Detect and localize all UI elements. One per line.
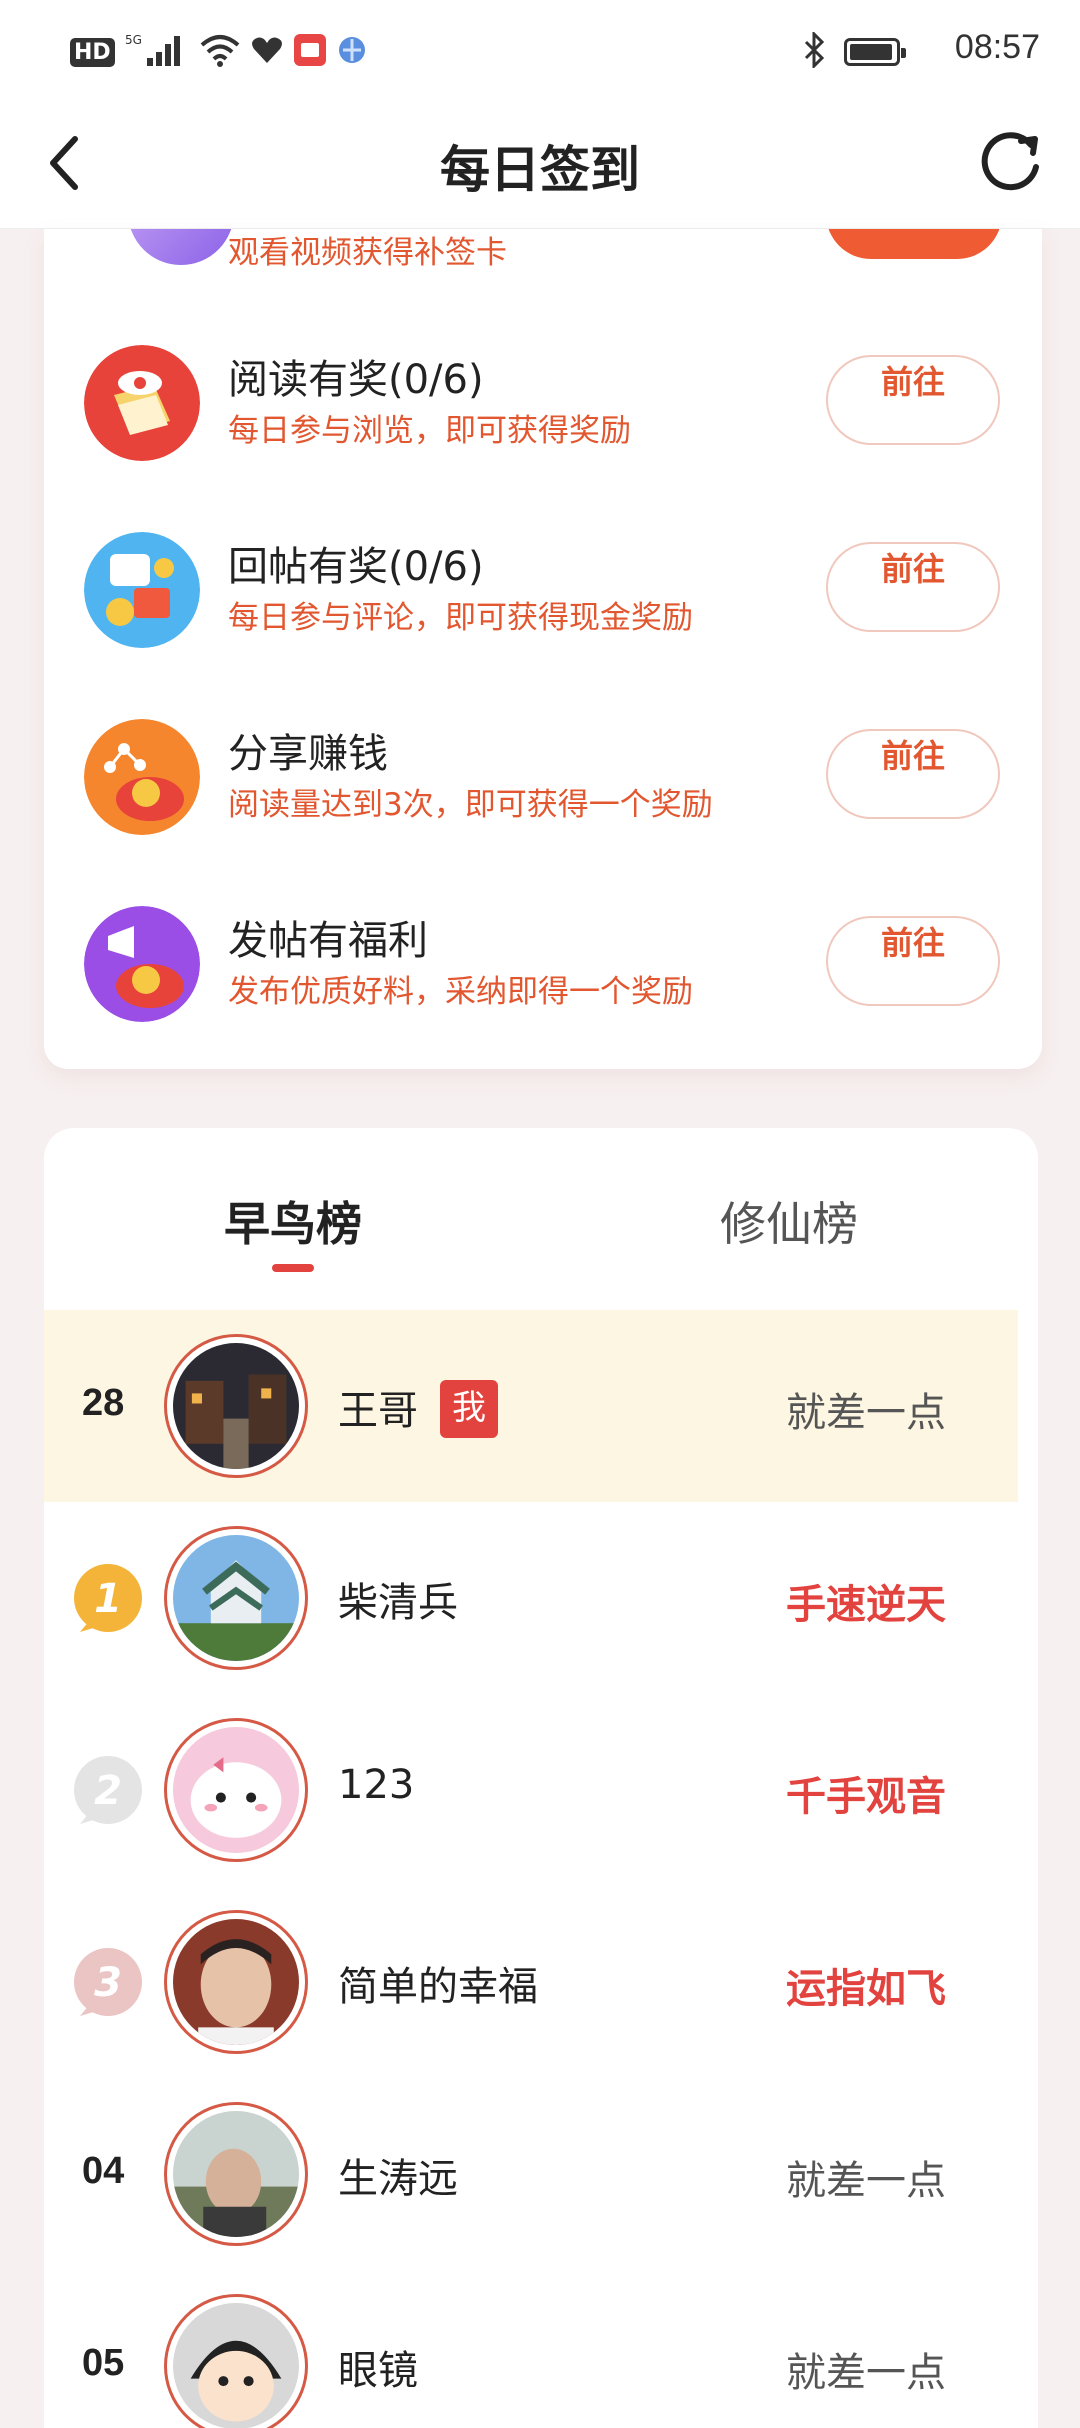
video-task-desc: 观看视频获得补签卡 — [228, 235, 507, 271]
avatar — [164, 2102, 308, 2246]
signal-icon: 5G — [125, 32, 189, 72]
tab-early-bird[interactable]: 早鸟榜 — [224, 1188, 362, 1254]
browser-icon — [337, 35, 367, 69]
ranking-row[interactable]: 3 简单的幸福 运指如飞 — [44, 1886, 1018, 2078]
task-desc: 每日参与浏览，即可获得奖励 — [228, 413, 631, 449]
app-notification-icon — [293, 33, 327, 71]
silver-medal-icon: 2 — [70, 1752, 146, 1828]
task-title: 发帖有福利 — [228, 918, 428, 964]
rank-number: 04 — [82, 2150, 125, 2192]
user-name: 简单的幸福 — [338, 1964, 538, 2010]
status-right-icons — [802, 30, 906, 72]
bronze-medal-icon: 3 — [70, 1944, 146, 2020]
share-coin-icon — [84, 719, 200, 835]
task-title: 分享赚钱 — [228, 731, 388, 777]
comment-gift-icon — [84, 532, 200, 648]
task-item-reply: 回帖有奖(0/6) 每日参与评论，即可获得现金奖励 前往 — [44, 520, 1042, 670]
wifi-icon — [199, 33, 241, 71]
go-button[interactable]: 前往 — [826, 916, 1000, 1006]
user-name: 眼镜 — [338, 2348, 418, 2394]
avatar — [164, 1910, 308, 2054]
bluetooth-icon — [802, 30, 826, 72]
rank-status: 就差一点 — [786, 2158, 946, 2204]
ranking-row[interactable]: 05 眼镜 就差一点 — [44, 2270, 1018, 2428]
ranking-tabs: 早鸟榜 修仙榜 — [44, 1128, 1038, 1308]
go-button[interactable]: 前往 — [826, 729, 1000, 819]
tab-cultivation[interactable]: 修仙榜 — [720, 1188, 858, 1254]
go-button[interactable]: 前往 — [826, 355, 1000, 445]
user-name: 生涛远 — [338, 2156, 458, 2202]
active-tab-indicator — [272, 1264, 314, 1272]
task-title: 阅读有奖(0/6) — [228, 357, 484, 403]
status-left-icons: HD 5G — [70, 32, 367, 72]
user-name-text: 王哥 — [338, 1388, 418, 1434]
rank-status: 就差一点 — [786, 2350, 946, 2396]
avatar — [164, 2294, 308, 2428]
status-time: 08:57 — [954, 28, 1040, 66]
task-desc: 每日参与评论，即可获得现金奖励 — [228, 600, 693, 636]
go-button[interactable]: 前往 — [826, 542, 1000, 632]
video-task-icon — [128, 229, 234, 265]
ranking-row[interactable]: 04 生涛远 就差一点 — [44, 2078, 1018, 2270]
medal-rank-text: 3 — [94, 1960, 122, 2006]
rank-status: 手速逆天 — [786, 1582, 946, 1628]
task-desc: 阅读量达到3次，即可获得一个奖励 — [228, 787, 713, 823]
me-badge: 我 — [440, 1380, 498, 1438]
avatar — [164, 1718, 308, 1862]
gold-medal-icon: 1 — [70, 1560, 146, 1636]
user-name: 123 — [338, 1762, 415, 1808]
rank-status: 千手观音 — [786, 1774, 946, 1820]
battery-icon — [844, 38, 906, 66]
video-task-button[interactable] — [826, 229, 1002, 259]
eye-book-icon — [84, 345, 200, 461]
ranking-row[interactable]: 2 123 千手观音 — [44, 1694, 1018, 1886]
avatar — [164, 1526, 308, 1670]
rank-status: 运指如飞 — [786, 1966, 946, 2012]
task-title: 回帖有奖(0/6) — [228, 544, 484, 590]
user-name: 柴清兵 — [338, 1580, 458, 1626]
medal-rank-text: 1 — [94, 1576, 122, 1622]
heart-icon — [251, 35, 283, 69]
avatar — [164, 1334, 308, 1478]
task-item-post: 发帖有福利 发布优质好料，采纳即得一个奖励 前往 — [44, 894, 1042, 1044]
network-type-label: 5G — [125, 33, 142, 47]
user-name: 王哥我 — [338, 1378, 498, 1442]
task-item-share: 分享赚钱 阅读量达到3次，即可获得一个奖励 前往 — [44, 707, 1042, 857]
rank-number: 05 — [82, 2342, 125, 2384]
nav-bar: 每日签到 — [0, 100, 1080, 229]
status-bar: HD 5G 08:57 — [0, 0, 1080, 100]
hd-icon: HD — [70, 37, 115, 67]
rank-status: 就差一点 — [786, 1390, 946, 1436]
task-item-read: 阅读有奖(0/6) 每日参与浏览，即可获得奖励 前往 — [44, 333, 1042, 483]
page-title: 每日签到 — [440, 141, 640, 199]
medal-rank-text: 2 — [94, 1768, 122, 1814]
refresh-icon[interactable] — [970, 122, 1050, 202]
ranking-row[interactable]: 1 柴清兵 手速逆天 — [44, 1502, 1018, 1694]
rank-number: 28 — [82, 1382, 125, 1424]
ranking-card: 早鸟榜 修仙榜 28 王哥我 就差一点 1 柴清兵 手速逆天 2 123 千手观… — [44, 1128, 1038, 2428]
tasks-card: 观看视频获得补签卡 阅读有奖(0/6) 每日参与浏览，即可获得奖励 前往 回帖有… — [44, 229, 1042, 1069]
ranking-row-me[interactable]: 28 王哥我 就差一点 — [44, 1310, 1018, 1502]
task-desc: 发布优质好料，采纳即得一个奖励 — [228, 974, 693, 1010]
megaphone-coin-icon — [84, 906, 200, 1022]
